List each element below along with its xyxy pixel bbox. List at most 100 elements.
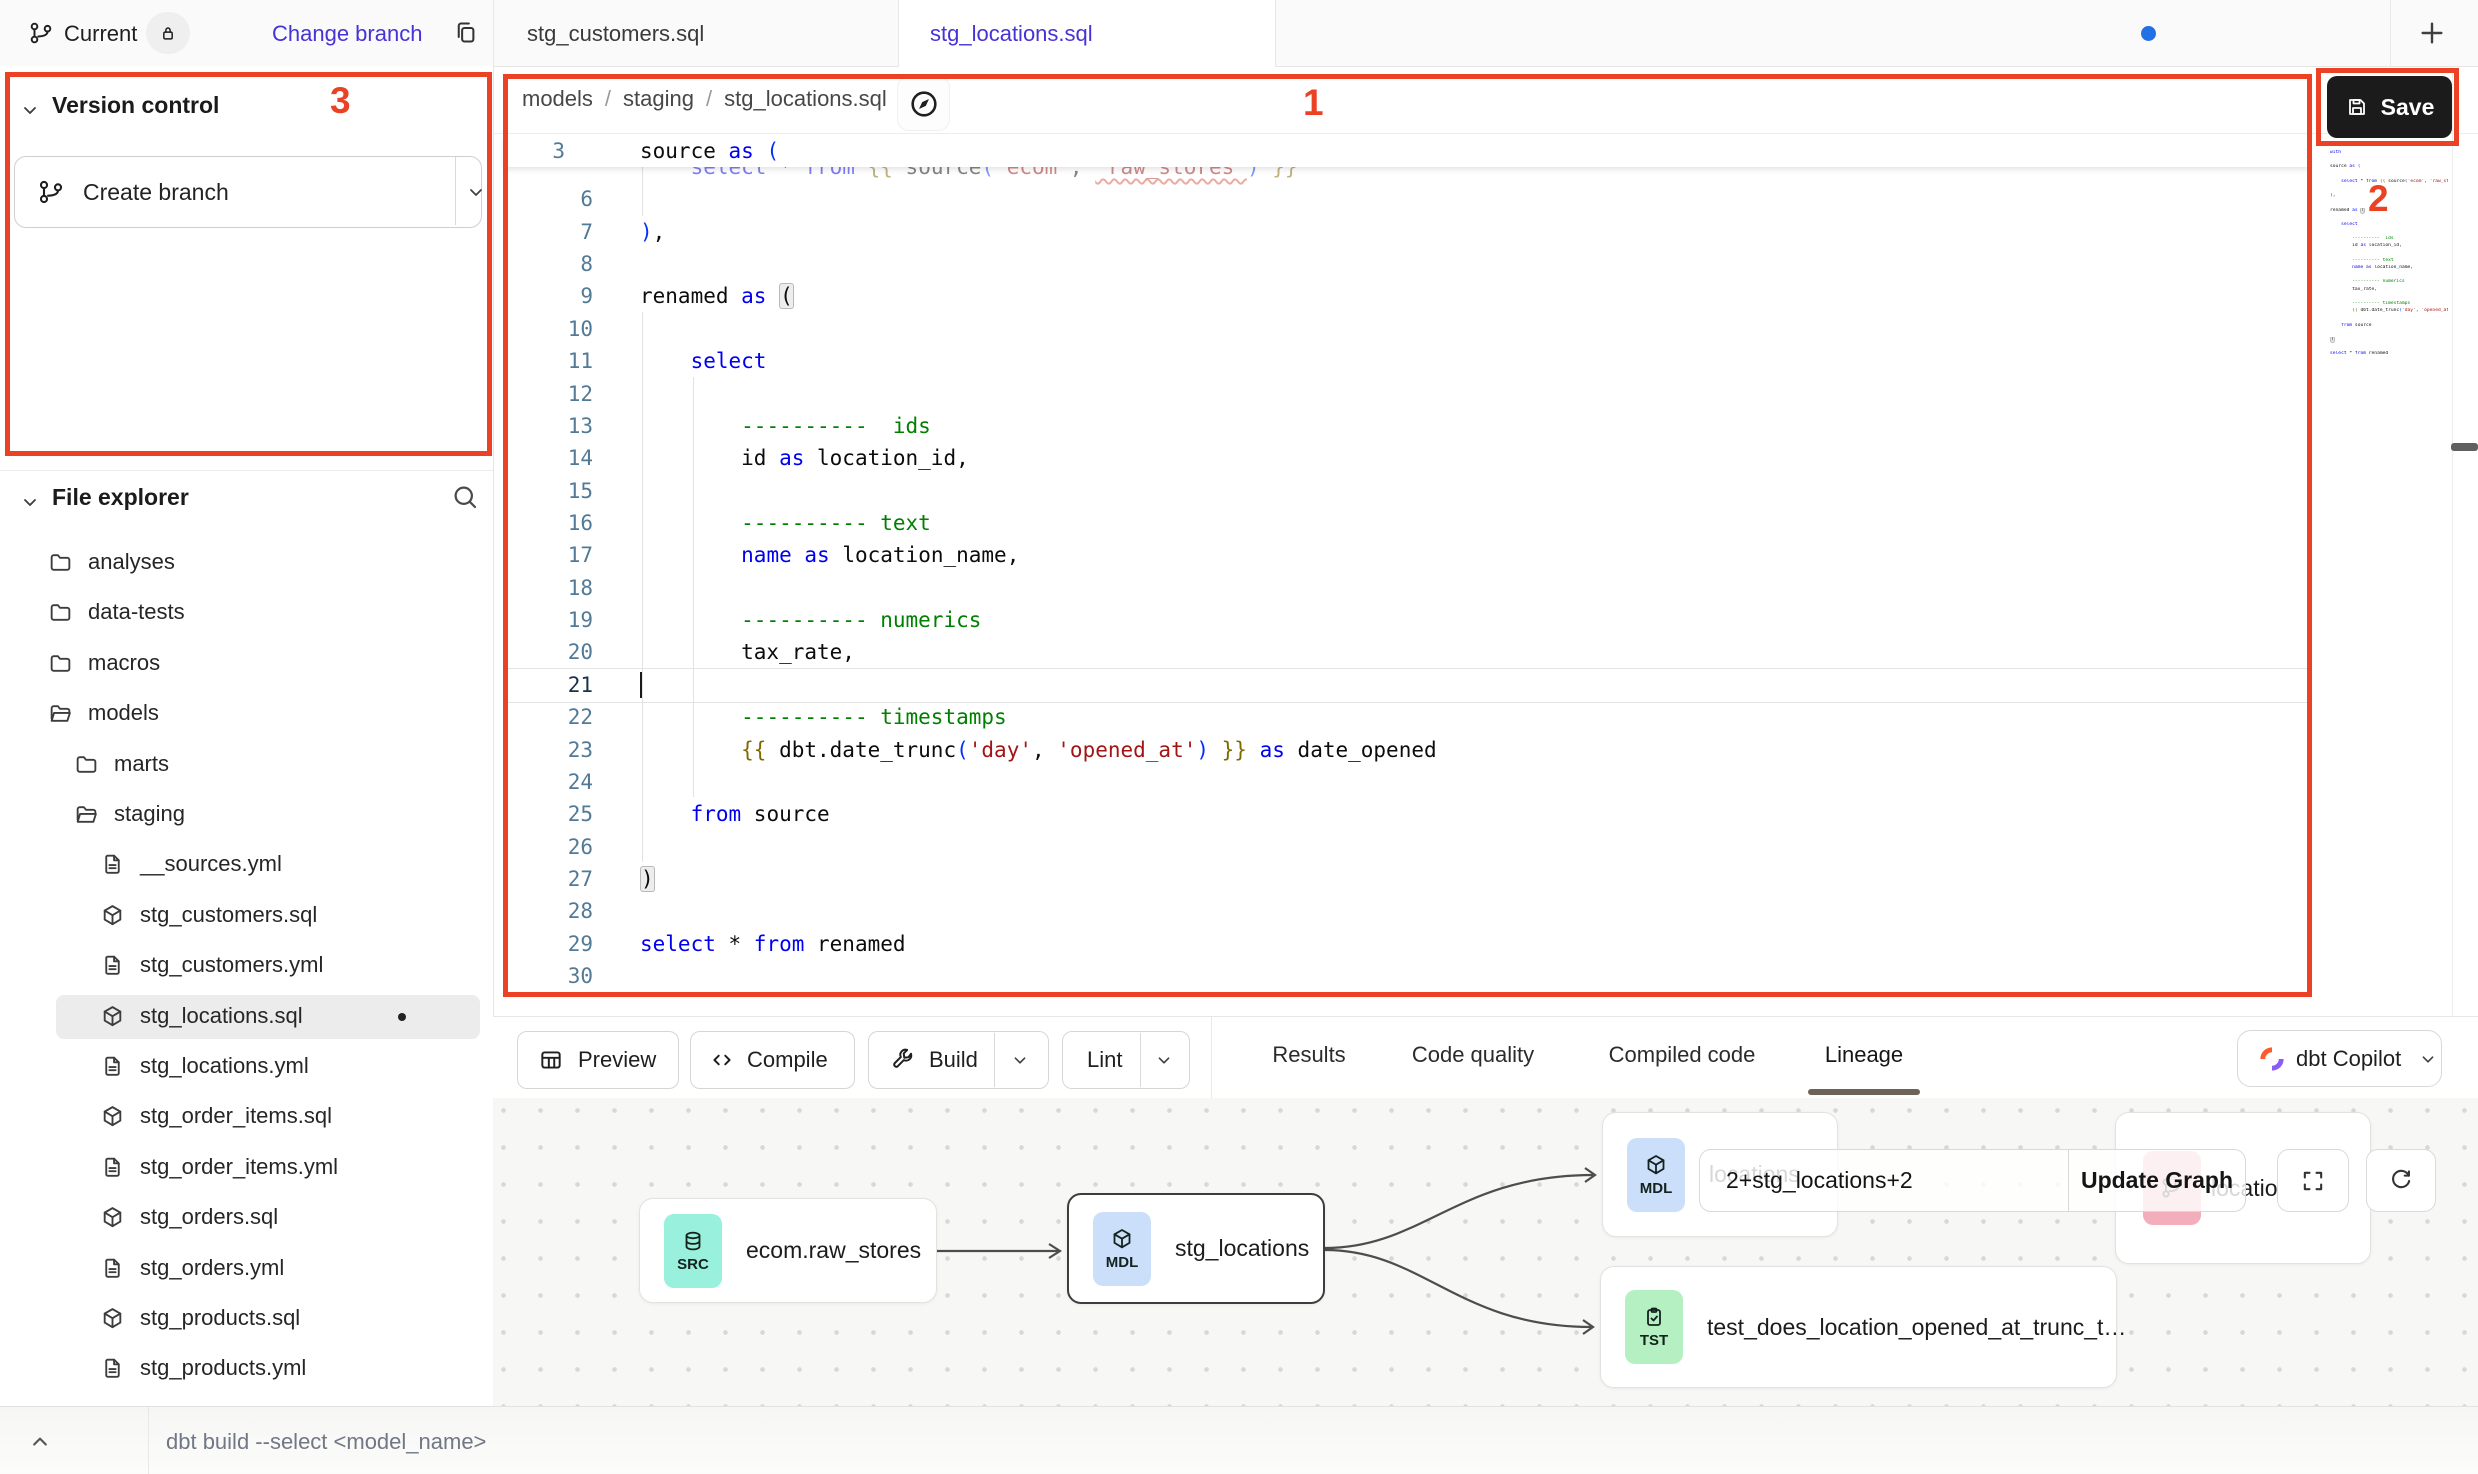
update-graph-button[interactable]: Update Graph [2069,1167,2245,1194]
chevron-down-icon[interactable] [18,490,42,514]
left-panel: Version control Create branch File explo… [0,66,494,1406]
chevron-down-icon[interactable] [464,180,488,204]
search-icon[interactable] [450,482,480,512]
unsaved-dot-icon [2141,26,2156,41]
fullscreen-button[interactable] [2277,1149,2349,1212]
file-icon [100,953,125,978]
lineage-node-source[interactable]: SRC ecom.raw_stores [639,1198,937,1303]
file-explorer-item[interactable]: stg_products.sql [0,1294,493,1344]
lineage-canvas[interactable]: MDL locations locations SRC ecom.raw_sto… [493,1098,2478,1406]
change-branch-link[interactable]: Change branch [272,21,422,47]
code-line[interactable]: 14 id as location_id, [503,442,2310,475]
annotation-label-1: 1 [1303,82,1324,124]
create-branch-button[interactable]: Create branch [14,156,482,228]
code-line[interactable]: 13 ---------- ids [503,409,2310,442]
code-line[interactable]: 10 [503,312,2310,345]
command-input[interactable]: dbt build --select <model_name> [166,1429,486,1455]
lock-icon [158,23,178,43]
code-line[interactable]: 27) [503,863,2310,896]
file-explorer-item[interactable]: data-tests [0,588,493,638]
minimap[interactable]: withsource as ( select * from {{ source(… [2330,150,2448,390]
file-icon [100,1054,125,1079]
code-line[interactable]: 23 {{ dbt.date_trunc('day', 'opened_at')… [503,733,2310,766]
file-explorer-item[interactable]: staging [0,790,493,840]
build-button[interactable]: Build [868,1031,1049,1089]
expand-panel-button[interactable] [26,1427,54,1455]
tab-results[interactable]: Results [1272,1042,1345,1068]
code-line[interactable]: 28 [503,895,2310,928]
folder-icon [48,600,73,625]
tab-stg-locations[interactable]: stg_locations.sql [898,0,1276,67]
panel-resize-handle[interactable] [2451,443,2478,451]
code-line[interactable]: 9renamed as ( [503,280,2310,313]
code-line[interactable]: 18 [503,571,2310,604]
lineage-selector-bar: 2+stg_locations+2 Update Graph [1699,1149,2246,1212]
lineage-node-test[interactable]: TST test_does_location_opened_at_trunc_t… [1600,1266,2117,1388]
code-line[interactable]: 19 ---------- numerics [503,604,2310,637]
top-bar: Current Change branch stg_customers.sql … [0,0,2478,67]
file-explorer-item[interactable]: __sources.yml [0,840,493,890]
code-line[interactable]: 24 [503,765,2310,798]
file-explorer-item[interactable]: macros [0,639,493,689]
file-explorer-item[interactable]: analyses [0,538,493,588]
code-line[interactable]: 12 [503,377,2310,410]
dbt-copilot-button[interactable]: dbt Copilot [2237,1030,2442,1087]
save-label: Save [2381,94,2435,121]
file-name: stg_locations.sql [140,1003,303,1029]
code-line[interactable]: 15 [503,474,2310,507]
code-line[interactable]: 29select * from renamed [503,927,2310,960]
compile-button[interactable]: Compile [690,1031,855,1089]
divider [148,1407,149,1474]
tab-lineage[interactable]: Lineage [1825,1042,1903,1068]
save-button[interactable]: Save [2327,76,2452,138]
code-line[interactable]: 6 [503,183,2310,216]
file-explorer-item[interactable]: stg_customers.sql [0,891,493,941]
file-explorer-item[interactable]: stg_locations.yml [0,1042,493,1092]
code-line[interactable]: 30 [503,960,2310,993]
breadcrumb-item[interactable]: models [522,86,593,112]
code-line[interactable]: 8 [503,248,2310,281]
file-explorer-item[interactable]: stg_order_items.sql [0,1092,493,1142]
divider [455,157,456,225]
copy-icon[interactable] [452,19,479,46]
preview-button[interactable]: Preview [517,1031,679,1089]
branch-lock-badge [146,12,190,54]
code-line[interactable]: 16 ---------- text [503,507,2310,540]
fullscreen-icon [2299,1167,2327,1195]
lineage-node-stg-locations[interactable]: MDL stg_locations [1067,1193,1325,1304]
open-docs-button[interactable] [897,76,950,131]
code-line[interactable]: 22 ---------- timestamps [503,701,2310,734]
code-line[interactable]: 20 tax_rate, [503,636,2310,669]
code-line[interactable]: 17 name as location_name, [503,539,2310,572]
file-explorer-item[interactable]: stg_customers.yml [0,941,493,991]
code-line[interactable]: 7), [503,215,2310,248]
folder-open-icon [48,701,73,726]
file-explorer-item[interactable]: stg_products.yml [0,1344,493,1394]
file-name: marts [114,751,169,777]
lint-button[interactable]: Lint [1062,1031,1190,1089]
folder-open-icon [74,802,99,827]
chevron-down-icon[interactable] [18,98,42,122]
code-line[interactable]: 26 [503,830,2310,863]
status-bar: dbt build --select <model_name> Defer to… [0,1406,2478,1474]
file-explorer-item[interactable]: stg_locations.sql [0,992,493,1042]
code-icon [709,1047,735,1073]
chevron-down-icon[interactable] [1009,1049,1031,1071]
file-explorer-item[interactable]: stg_orders.yml [0,1244,493,1294]
node-label: stg_locations [1175,1235,1309,1262]
tab-compiled-code[interactable]: Compiled code [1609,1042,1756,1068]
refresh-button[interactable] [2366,1149,2436,1212]
file-explorer-item[interactable]: marts [0,740,493,790]
file-explorer-item[interactable]: models [0,689,493,739]
breadcrumb-item[interactable]: staging [623,86,694,112]
chevron-down-icon[interactable] [1153,1049,1175,1071]
code-line[interactable]: 25 from source [503,798,2310,831]
code-line[interactable]: 11 select [503,345,2310,378]
tab-stg-customers[interactable]: stg_customers.sql [493,0,898,66]
file-explorer-item[interactable]: stg_order_items.yml [0,1143,493,1193]
file-name: stg_order_items.yml [140,1154,338,1180]
new-tab-button[interactable] [2416,17,2448,49]
file-explorer-item[interactable]: stg_orders.sql [0,1193,493,1243]
tab-code-quality[interactable]: Code quality [1412,1042,1534,1068]
lineage-selector-input[interactable]: 2+stg_locations+2 [1700,1167,2068,1194]
